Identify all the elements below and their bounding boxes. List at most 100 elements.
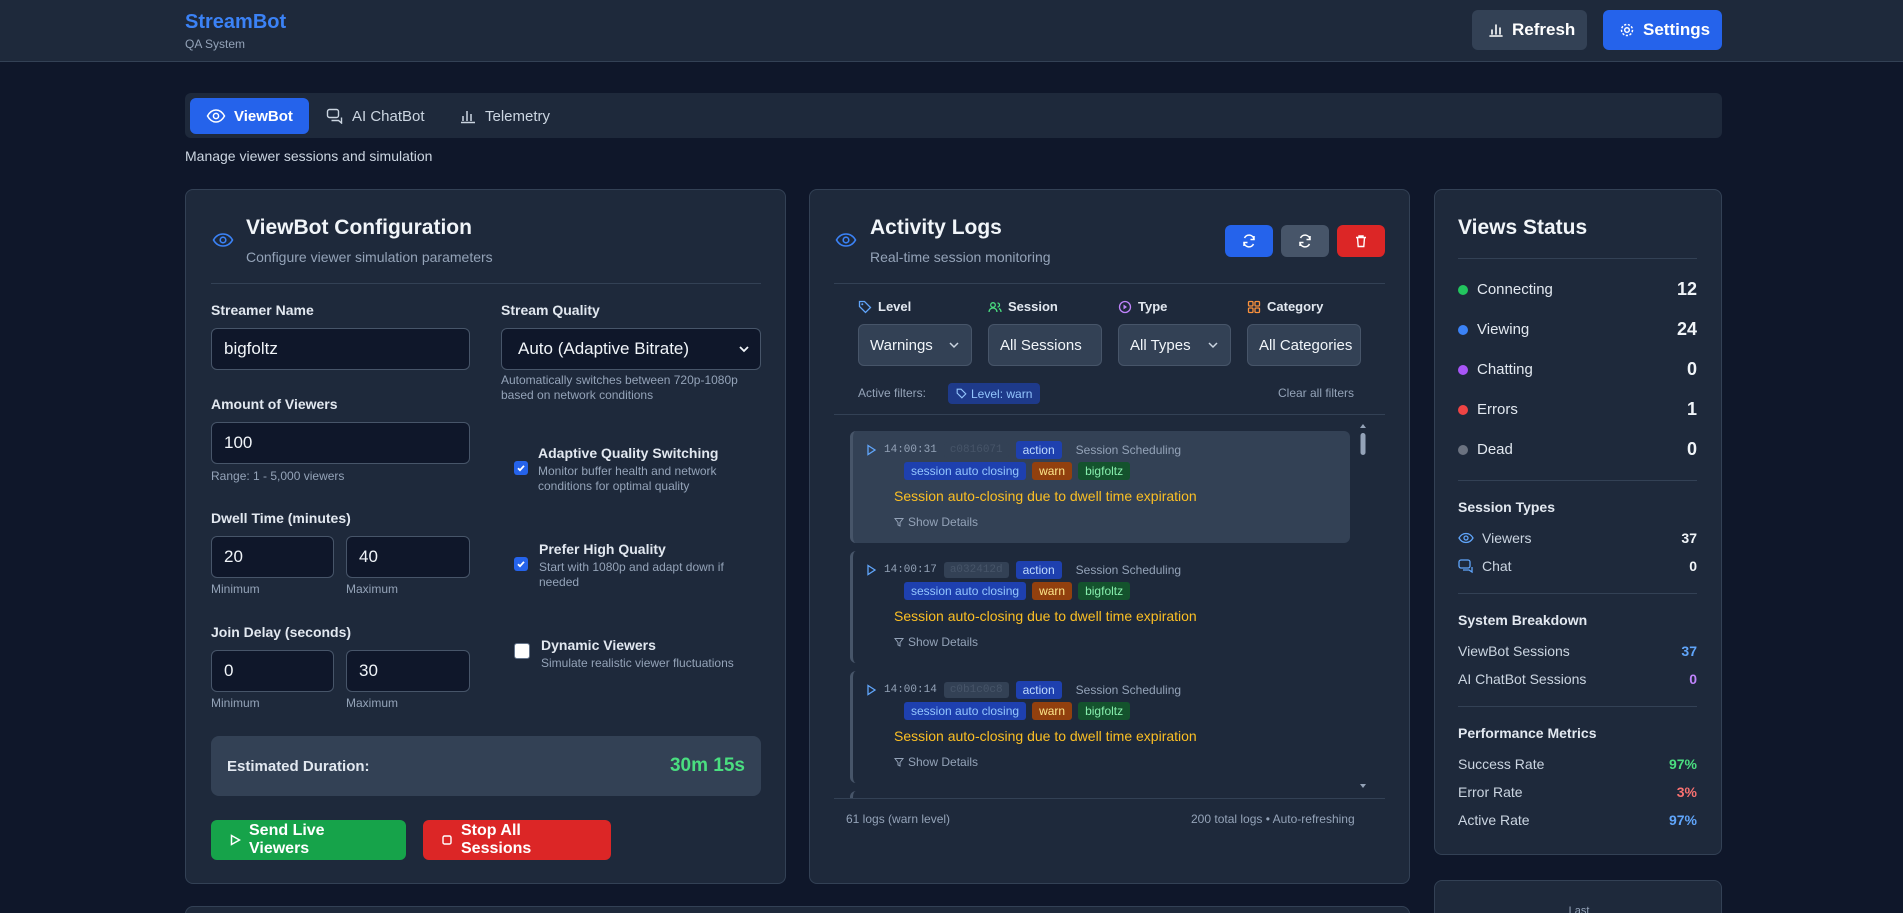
show-details-label: Show Details [908, 635, 979, 649]
level-select[interactable]: Warnings [858, 324, 972, 366]
join-min-input[interactable]: 0 [211, 650, 334, 692]
adaptive-quality-checkbox[interactable] [514, 461, 528, 475]
page-subtitle: Manage viewer sessions and simulation [185, 148, 433, 164]
show-details-label: Show Details [908, 515, 979, 529]
status-dot [1458, 284, 1468, 295]
viewers-input[interactable]: 100 [211, 422, 470, 464]
refresh-button[interactable]: Refresh [1472, 10, 1587, 50]
auto-refresh-button[interactable] [1225, 225, 1273, 257]
show-details-toggle[interactable]: Show Details [894, 755, 978, 769]
tab-label: AI ChatBot [352, 107, 425, 125]
adaptive-quality-desc: Monitor buffer health and network condit… [538, 464, 717, 493]
filter-label-text: Level [878, 299, 912, 314]
tab-ai-chatbot[interactable]: AI ChatBot [310, 98, 441, 134]
dwell-min-input[interactable]: 20 [211, 536, 334, 578]
tab-viewbot[interactable]: ViewBot [190, 98, 309, 134]
join-max-input[interactable]: 30 [346, 650, 470, 692]
kv-value: 0 [1689, 671, 1697, 687]
tab-telemetry[interactable]: Telemetry [443, 98, 566, 134]
refresh-icon [1297, 233, 1313, 249]
settings-button[interactable]: Settings [1603, 10, 1722, 50]
refresh-label: Refresh [1512, 20, 1576, 39]
filter-category-label: Category [1247, 299, 1323, 314]
session-type-viewers: Viewers 37 [1458, 530, 1697, 546]
status-dot [1458, 404, 1468, 415]
eye-icon [212, 232, 234, 248]
show-details-toggle[interactable]: Show Details [894, 635, 978, 649]
active-filters-label: Active filters: [858, 386, 927, 400]
status-row-connecting: Connecting 12 [1458, 279, 1697, 300]
last-label: Last [1568, 905, 1590, 913]
kv-label: Success Rate [1458, 756, 1545, 772]
log-streamer-badge: bigfoltz [1078, 462, 1131, 480]
eye-icon [835, 232, 857, 248]
system-breakdown-title: System Breakdown [1458, 612, 1588, 628]
active-filter-chip[interactable]: Level: warn [948, 383, 1041, 404]
config-subtitle: Configure viewer simulation parameters [246, 249, 493, 265]
level-select-value: Warnings [870, 336, 933, 354]
kv-label: Viewers [1482, 530, 1532, 546]
log-session-id: c0b1c0c8 [943, 682, 1009, 698]
session-select-value: All Sessions [1000, 336, 1082, 354]
status-row-chatting: Chatting 0 [1458, 359, 1697, 380]
filter-label-text: Category [1267, 299, 1324, 314]
type-icon [1118, 300, 1132, 314]
session-types-title: Session Types [1458, 499, 1556, 515]
chevron-down-icon [738, 343, 750, 355]
status-value: 0 [1686, 439, 1697, 459]
main-tabs: ViewBot AI ChatBot Telemetry [185, 93, 1722, 138]
play-icon [229, 834, 241, 846]
tab-label: Telemetry [485, 107, 551, 125]
dwell-min-caption: Minimum [211, 582, 260, 596]
show-details-toggle[interactable]: Show Details [894, 515, 978, 529]
refresh-icon [1241, 233, 1257, 249]
kv-label: Chat [1482, 558, 1512, 574]
type-select[interactable]: All Types [1118, 324, 1231, 366]
log-level-badge: warn [1032, 582, 1073, 600]
kv-value: 97% [1668, 812, 1697, 828]
show-details-label: Show Details [908, 755, 979, 769]
kv-label: AI ChatBot Sessions [1458, 671, 1587, 687]
logs-total: 200 total logs • Auto-refreshing [1191, 812, 1355, 826]
log-entry[interactable]: 14:00:17 a032412d action Session Schedul… [850, 551, 1350, 663]
log-type-badge: action [1015, 681, 1062, 699]
activity-logs-subtitle: Real-time session monitoring [870, 249, 1051, 265]
streamer-name-input[interactable]: bigfoltz [211, 328, 470, 370]
clear-filters-link[interactable]: Clear all filters [1278, 386, 1354, 400]
brand: StreamBot QA System [185, 11, 286, 51]
active-rate-row: Active Rate 97% [1458, 812, 1697, 828]
log-category-badge: Session Scheduling [1075, 563, 1182, 577]
eye-icon [1458, 532, 1474, 544]
session-select[interactable]: All Sessions [988, 324, 1102, 366]
status-divider [1458, 593, 1697, 594]
send-live-viewers-button[interactable]: Send Live Viewers [211, 820, 406, 860]
tag-icon [858, 300, 872, 314]
stop-all-sessions-button[interactable]: Stop All Sessions [423, 820, 611, 860]
viewbot-sessions-row: ViewBot Sessions 37 [1458, 643, 1697, 659]
log-entry[interactable]: 14:00:14 c0b1c0c8 action Session Schedul… [850, 671, 1350, 783]
bar-chart-icon [1488, 22, 1504, 38]
prefer-high-quality-checkbox[interactable] [514, 557, 528, 571]
join-max-caption: Maximum [346, 696, 399, 710]
log-entry[interactable] [850, 791, 1350, 798]
category-select[interactable]: All Categories [1247, 324, 1361, 366]
dwell-max-input[interactable]: 40 [346, 536, 470, 578]
stream-quality-select[interactable]: Auto (Adaptive Bitrate) [501, 328, 761, 370]
log-entry[interactable]: 14:00:31 c0816071 action Session Schedul… [850, 431, 1350, 543]
status-value: 1 [1686, 399, 1697, 419]
trash-icon [1353, 233, 1369, 249]
stop-icon [441, 834, 453, 846]
status-dot [1458, 324, 1468, 335]
clear-logs-button[interactable] [1337, 225, 1385, 257]
estimated-duration-label: Estimated Duration: [227, 758, 370, 775]
log-scrollbar[interactable] [1359, 423, 1367, 789]
logs-divider [834, 283, 1385, 284]
brand-subtitle: QA System [185, 37, 246, 51]
stop-all-sessions-label: Stop All Sessions [461, 822, 532, 857]
join-delay-label: Join Delay (seconds) [211, 624, 352, 640]
reload-logs-button[interactable] [1281, 225, 1329, 257]
kv-value: 0 [1689, 558, 1697, 574]
dynamic-viewers-checkbox[interactable] [514, 643, 530, 659]
play-icon [865, 444, 877, 456]
chevron-down-icon [1207, 339, 1219, 351]
